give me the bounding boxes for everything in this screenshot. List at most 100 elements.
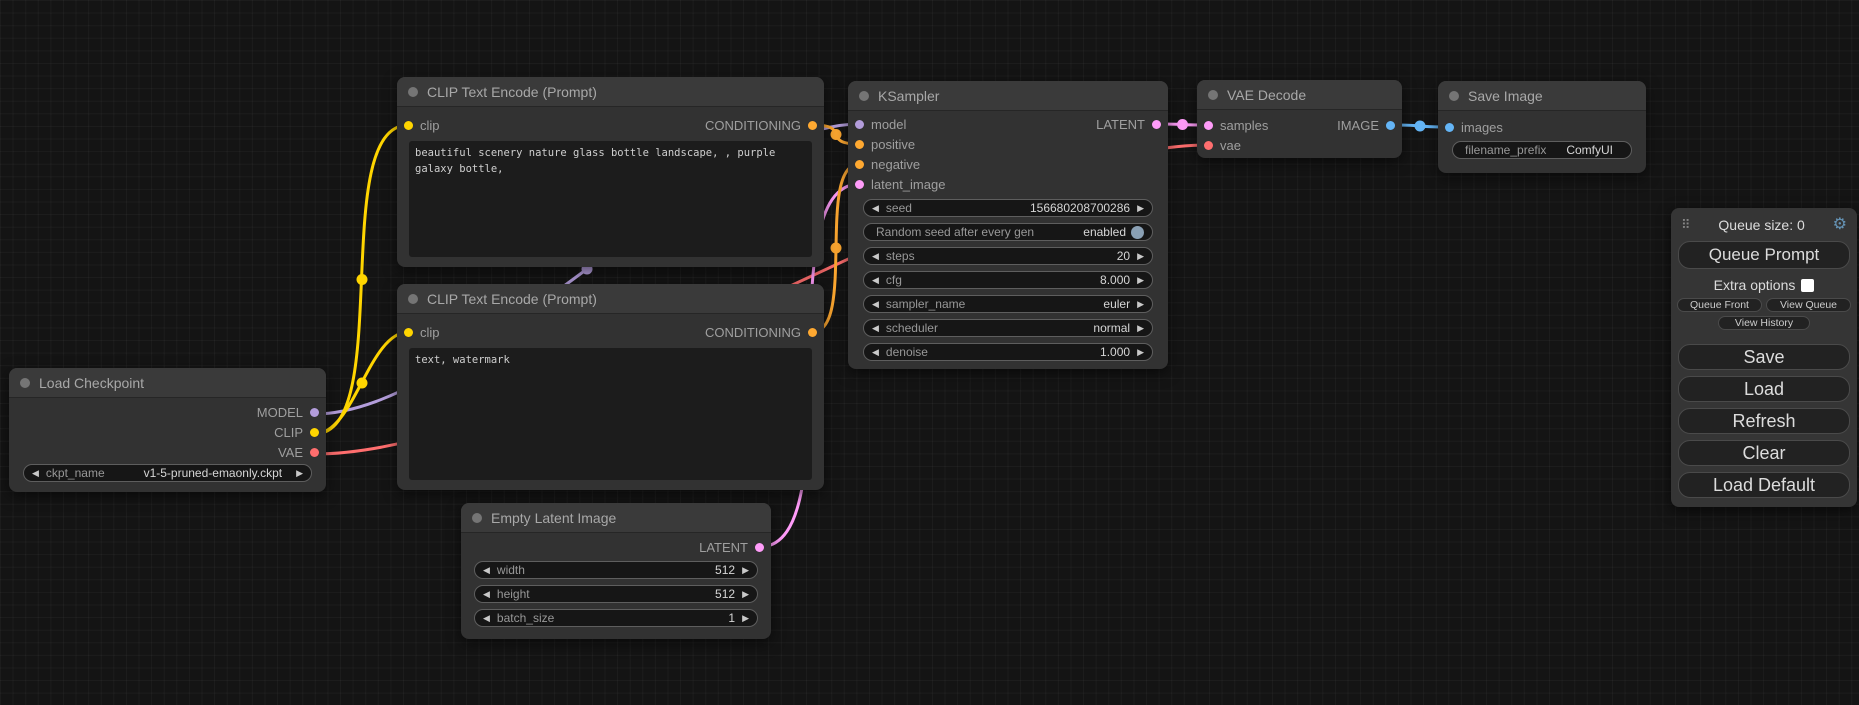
node-title-bar[interactable]: CLIP Text Encode (Prompt) [397, 284, 824, 314]
node-title-bar[interactable]: Load Checkpoint [9, 368, 326, 398]
node-clip-text-encode-negative[interactable]: CLIP Text Encode (Prompt) clip CONDITION… [397, 284, 824, 490]
wire-midpoint-dot [831, 243, 842, 254]
node-title-bar[interactable]: Empty Latent Image [461, 503, 771, 533]
load-button[interactable]: Load [1678, 376, 1850, 402]
vae-output-dot[interactable] [310, 448, 319, 457]
cfg-widget[interactable]: ◀ cfg 8.000 ▶ [863, 271, 1153, 289]
increment-arrow-icon[interactable]: ▶ [296, 469, 303, 478]
increment-arrow-icon[interactable]: ▶ [1137, 252, 1144, 261]
clip-input-dot[interactable] [404, 328, 413, 337]
slot-label: clip [420, 118, 440, 133]
vae-input-dot[interactable] [1204, 141, 1213, 150]
clear-button[interactable]: Clear [1678, 440, 1850, 466]
latent-output-dot[interactable] [755, 543, 764, 552]
decrement-arrow-icon[interactable]: ◀ [483, 614, 490, 623]
drag-handle-icon[interactable]: ⠿ [1681, 218, 1691, 233]
latent-image-input-dot[interactable] [855, 180, 864, 189]
extra-options-checkbox[interactable] [1801, 279, 1814, 292]
queue-prompt-button[interactable]: Queue Prompt [1678, 241, 1850, 269]
batch-size-widget[interactable]: ◀ batch_size 1 ▶ [474, 609, 758, 627]
slot-label: model [871, 117, 906, 132]
node-ksampler[interactable]: KSampler model LATENT positive negative [848, 81, 1168, 369]
increment-arrow-icon[interactable]: ▶ [1137, 324, 1144, 333]
save-button[interactable]: Save [1678, 344, 1850, 370]
node-clip-text-encode-positive[interactable]: CLIP Text Encode (Prompt) clip CONDITION… [397, 77, 824, 267]
slot-label: positive [871, 137, 915, 152]
denoise-widget[interactable]: ◀ denoise 1.000 ▶ [863, 343, 1153, 361]
decrement-arrow-icon[interactable]: ◀ [872, 348, 879, 357]
widget-value: 20 [1117, 249, 1130, 263]
samples-input-dot[interactable] [1204, 121, 1213, 130]
random-seed-toggle[interactable] [1131, 226, 1144, 239]
node-title-bar[interactable]: Save Image [1438, 81, 1646, 111]
decrement-arrow-icon[interactable]: ◀ [483, 566, 490, 575]
decrement-arrow-icon[interactable]: ◀ [872, 204, 879, 213]
model-output-dot[interactable] [310, 408, 319, 417]
positive-input-dot[interactable] [855, 140, 864, 149]
node-save-image[interactable]: Save Image images filename_prefix ComfyU… [1438, 81, 1646, 173]
image-output-dot[interactable] [1386, 121, 1395, 130]
node-load-checkpoint[interactable]: Load Checkpoint MODEL CLIP VAE ◀ ckpt_na… [9, 368, 326, 492]
node-title-bar[interactable]: CLIP Text Encode (Prompt) [397, 77, 824, 107]
queue-panel: ⠿ Queue size: 0 ⚙ Queue Prompt Extra opt… [1671, 208, 1857, 507]
steps-widget[interactable]: ◀ steps 20 ▶ [863, 247, 1153, 265]
images-input-dot[interactable] [1445, 123, 1454, 132]
increment-arrow-icon[interactable]: ▶ [742, 614, 749, 623]
conditioning-output-dot[interactable] [808, 121, 817, 130]
prompt-textarea[interactable]: beautiful scenery nature glass bottle la… [409, 141, 812, 257]
increment-arrow-icon[interactable]: ▶ [1137, 348, 1144, 357]
decrement-arrow-icon[interactable]: ◀ [872, 300, 879, 309]
increment-arrow-icon[interactable]: ▶ [1137, 276, 1144, 285]
widget-value: 156680208700286 [1030, 201, 1130, 215]
decrement-arrow-icon[interactable]: ◀ [32, 469, 39, 478]
widget-label: steps [886, 249, 915, 263]
node-title-label: Empty Latent Image [491, 510, 616, 526]
widget-label: ckpt_name [46, 466, 105, 480]
increment-arrow-icon[interactable]: ▶ [742, 566, 749, 575]
collapse-dot-icon[interactable] [472, 513, 482, 523]
collapse-dot-icon[interactable] [408, 87, 418, 97]
seed-widget[interactable]: ◀ seed 156680208700286 ▶ [863, 199, 1153, 217]
settings-gear-icon[interactable]: ⚙ [1833, 217, 1847, 233]
view-queue-button[interactable]: View Queue [1766, 298, 1851, 312]
negative-input-dot[interactable] [855, 160, 864, 169]
clip-output-dot[interactable] [310, 428, 319, 437]
node-title-bar[interactable]: KSampler [848, 81, 1168, 111]
conditioning-output-dot[interactable] [808, 328, 817, 337]
widget-label: width [497, 563, 525, 577]
slot-label: CLIP [274, 425, 303, 440]
node-vae-decode[interactable]: VAE Decode samples IMAGE vae [1197, 80, 1402, 158]
model-input-dot[interactable] [855, 120, 864, 129]
ckpt-name-widget[interactable]: ◀ ckpt_name v1-5-pruned-emaonly.ckpt ▶ [23, 464, 312, 482]
collapse-dot-icon[interactable] [1208, 90, 1218, 100]
collapse-dot-icon[interactable] [20, 378, 30, 388]
collapse-dot-icon[interactable] [1449, 91, 1459, 101]
wire-midpoint-dot [357, 274, 368, 285]
sampler-name-widget[interactable]: ◀ sampler_name euler ▶ [863, 295, 1153, 313]
load-default-button[interactable]: Load Default [1678, 472, 1850, 498]
latent-output-dot[interactable] [1152, 120, 1161, 129]
refresh-button[interactable]: Refresh [1678, 408, 1850, 434]
decrement-arrow-icon[interactable]: ◀ [872, 276, 879, 285]
prompt-textarea[interactable]: text, watermark [409, 348, 812, 480]
decrement-arrow-icon[interactable]: ◀ [872, 252, 879, 261]
filename-prefix-widget[interactable]: filename_prefix ComfyUI [1452, 141, 1632, 159]
clip-input-dot[interactable] [404, 121, 413, 130]
increment-arrow-icon[interactable]: ▶ [1137, 300, 1144, 309]
random-seed-widget[interactable]: Random seed after every gen enabled [863, 223, 1153, 241]
increment-arrow-icon[interactable]: ▶ [742, 590, 749, 599]
widget-value: v1-5-pruned-emaonly.ckpt [144, 466, 283, 480]
width-widget[interactable]: ◀ width 512 ▶ [474, 561, 758, 579]
queue-front-button[interactable]: Queue Front [1677, 298, 1762, 312]
node-title-bar[interactable]: VAE Decode [1197, 80, 1402, 110]
decrement-arrow-icon[interactable]: ◀ [483, 590, 490, 599]
collapse-dot-icon[interactable] [859, 91, 869, 101]
scheduler-widget[interactable]: ◀ scheduler normal ▶ [863, 319, 1153, 337]
node-empty-latent-image[interactable]: Empty Latent Image LATENT ◀ width 512 ▶ … [461, 503, 771, 639]
wire-midpoint-dot [831, 129, 842, 140]
decrement-arrow-icon[interactable]: ◀ [872, 324, 879, 333]
collapse-dot-icon[interactable] [408, 294, 418, 304]
view-history-button[interactable]: View History [1718, 316, 1810, 330]
height-widget[interactable]: ◀ height 512 ▶ [474, 585, 758, 603]
increment-arrow-icon[interactable]: ▶ [1137, 204, 1144, 213]
